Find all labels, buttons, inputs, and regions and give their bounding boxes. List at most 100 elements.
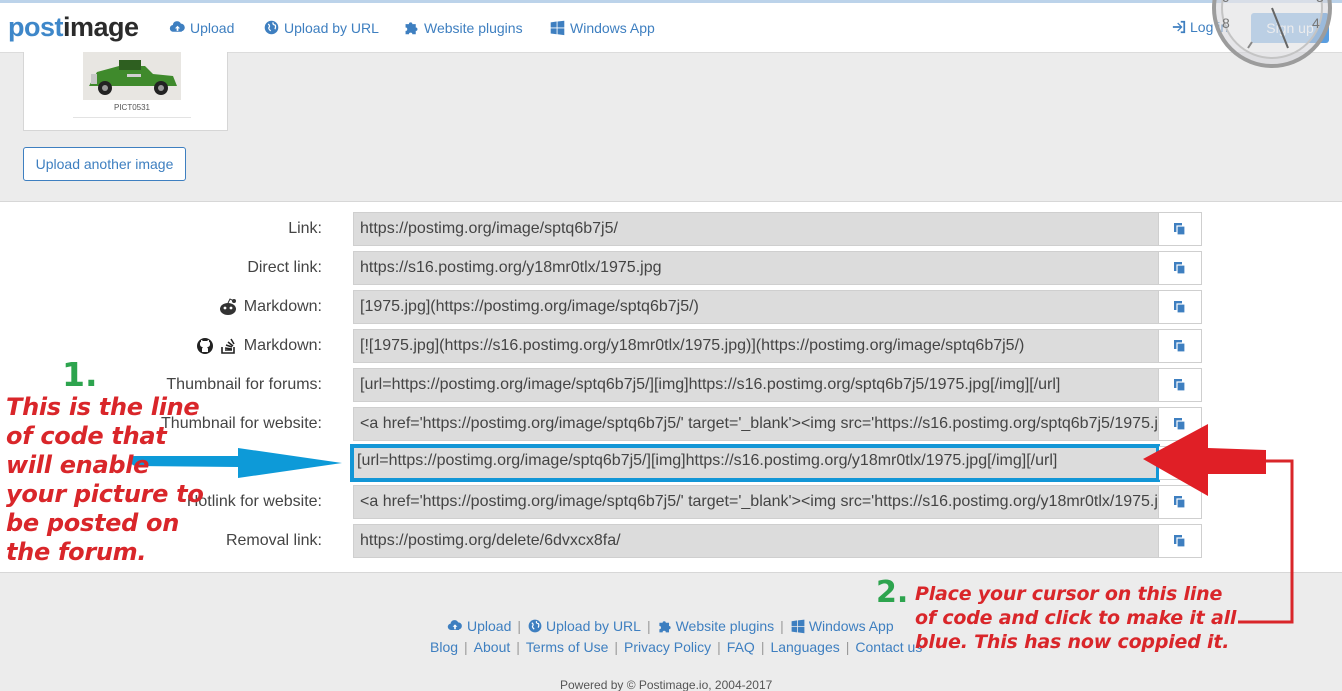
separator: | xyxy=(516,639,520,655)
footer-upload-by-url-label: Upload by URL xyxy=(546,618,641,634)
nav-windows-app-label: Windows App xyxy=(570,19,655,36)
copy-button[interactable] xyxy=(1159,368,1202,402)
copy-button[interactable] xyxy=(1159,407,1202,441)
github-markdown-label-text: Markdown: xyxy=(243,337,322,354)
windows-icon xyxy=(550,20,565,36)
footer-upload-link[interactable]: Upload xyxy=(446,618,511,634)
footer-privacy-link[interactable]: Privacy Policy xyxy=(624,639,711,655)
removal-link-field[interactable]: https://postimg.org/delete/6dvxcx8fa/ xyxy=(353,524,1159,558)
direct-link-row: Direct link: https://s16.postimg.org/y18… xyxy=(0,251,1342,285)
github-markdown-row: Markdown: [![1975.jpg](https://s16.posti… xyxy=(0,329,1342,363)
nav-upload-by-url[interactable]: Upload by URL xyxy=(263,19,379,36)
globe-icon xyxy=(528,619,542,633)
copy-icon xyxy=(1174,457,1186,470)
copy-button[interactable] xyxy=(1159,329,1202,363)
copy-button[interactable] xyxy=(1159,290,1202,324)
footer-nav-secondary: Blog | About | Terms of Use | Privacy Po… xyxy=(430,639,922,655)
annotation-number-1: 1. xyxy=(62,355,98,394)
powered-by-text: Powered by © Postimage.io, 2004-2017 xyxy=(560,678,773,691)
globe-icon xyxy=(264,20,279,35)
annotation-number-2: 2. xyxy=(876,575,909,610)
nav-windows-app[interactable]: Windows App xyxy=(549,19,655,36)
sign-in-icon xyxy=(1172,20,1186,34)
hotlink-website-label: Hotlink for website: xyxy=(186,493,322,510)
github-markdown-label: Markdown: xyxy=(196,329,322,363)
hotlink-website-field[interactable]: <a href='https://postimg.org/image/sptq6… xyxy=(353,485,1159,519)
top-navbar: postimage Upload Upload by URL Website p… xyxy=(0,3,1342,53)
thumbnail-caption: PICT0531 xyxy=(113,103,151,112)
separator: | xyxy=(646,618,651,634)
cloud-upload-icon xyxy=(447,620,462,630)
thumbnail-forums-field[interactable]: [url=https://postimg.org/image/sptq6b7j5… xyxy=(353,368,1159,402)
separator: | xyxy=(845,639,850,655)
separator: | xyxy=(614,639,619,655)
footer-website-plugins-label: Website plugins xyxy=(675,618,775,634)
copy-button[interactable] xyxy=(1159,485,1202,519)
link-row: Link: https://postimg.org/image/sptq6b7j… xyxy=(0,212,1342,246)
footer-nav-primary: Upload | Upload by URL | Website plugins… xyxy=(446,618,894,634)
annotation-text-2: Place your cursor on this line of code a… xyxy=(915,583,1237,653)
login-label: Log in xyxy=(1190,19,1229,35)
footer-upload-label: Upload xyxy=(467,618,512,634)
signup-button[interactable]: Sign up xyxy=(1251,13,1329,43)
login-link[interactable]: Log in xyxy=(1172,19,1228,35)
footer-terms-link[interactable]: Terms of Use xyxy=(526,639,608,655)
footer-upload-by-url-link[interactable]: Upload by URL xyxy=(527,618,641,634)
separator: | xyxy=(780,618,784,634)
puzzle-icon xyxy=(405,22,418,35)
footer-contact-link[interactable]: Contact us xyxy=(855,639,922,655)
copy-button[interactable] xyxy=(1159,446,1202,480)
footer-faq-link[interactable]: FAQ xyxy=(727,639,755,655)
nav-upload-label: Upload xyxy=(190,19,235,36)
separator: | xyxy=(464,639,468,655)
reddit-markdown-field[interactable]: [1975.jpg](https://postimg.org/image/spt… xyxy=(353,290,1159,324)
direct-link-label: Direct link: xyxy=(247,259,322,276)
footer-windows-app-link[interactable]: Windows App xyxy=(790,618,894,634)
uploaded-thumbnail-card: PICT0531 xyxy=(23,52,228,131)
nav-website-plugins[interactable]: Website plugins xyxy=(403,19,523,36)
copy-icon xyxy=(1174,223,1186,236)
footer-blog-link[interactable]: Blog xyxy=(430,639,458,655)
separator: | xyxy=(760,639,765,655)
copy-icon xyxy=(1174,496,1186,509)
copy-icon xyxy=(1174,262,1186,275)
copy-icon xyxy=(1174,379,1186,392)
copy-button[interactable] xyxy=(1159,251,1202,285)
nav-upload[interactable]: Upload xyxy=(169,19,234,36)
vintage-car-thumbnail xyxy=(83,52,181,100)
logo-image: image xyxy=(63,12,139,42)
reddit-markdown-label: Markdown: xyxy=(218,290,322,324)
annotation-text-1: This is the line of code that will enabl… xyxy=(6,393,204,566)
footer-website-plugins-link[interactable]: Website plugins xyxy=(657,618,775,634)
copy-icon xyxy=(1174,301,1186,314)
reddit-icon xyxy=(219,298,236,315)
link-label: Link: xyxy=(288,220,322,237)
thumbnail-website-field[interactable]: <a href='https://postimg.org/image/sptq6… xyxy=(353,407,1159,441)
nav-upload-by-url-label: Upload by URL xyxy=(284,19,379,36)
copy-icon xyxy=(1174,418,1186,431)
logo-post: post xyxy=(8,12,64,42)
footer-languages-link[interactable]: Languages xyxy=(770,639,839,655)
direct-link-field[interactable]: https://s16.postimg.org/y18mr0tlx/1975.j… xyxy=(353,251,1159,285)
cloud-upload-icon xyxy=(169,21,185,32)
link-field[interactable]: https://postimg.org/image/sptq6b7j5/ xyxy=(353,212,1159,246)
copy-button[interactable] xyxy=(1159,524,1202,558)
footer-windows-app-label: Windows App xyxy=(808,618,894,634)
github-markdown-field[interactable]: [![1975.jpg](https://s16.postimg.org/y18… xyxy=(353,329,1159,363)
removal-link-label: Removal link: xyxy=(225,532,322,549)
windows-icon xyxy=(791,619,805,634)
hotlink-forums-field[interactable]: [url=https://postimg.org/image/sptq6b7j5… xyxy=(350,444,1160,482)
nav-website-plugins-label: Website plugins xyxy=(424,19,523,36)
copy-icon xyxy=(1174,535,1186,548)
reddit-markdown-label-text: Markdown: xyxy=(243,298,322,315)
puzzle-icon xyxy=(658,621,671,633)
postimage-logo[interactable]: postimage xyxy=(8,12,139,43)
footer-about-link[interactable]: About xyxy=(474,639,511,655)
github-icon xyxy=(196,338,213,354)
copy-icon xyxy=(1174,340,1186,353)
stackoverflow-icon xyxy=(220,338,235,354)
copy-button[interactable] xyxy=(1159,212,1202,246)
separator: | xyxy=(517,618,522,634)
separator: | xyxy=(717,639,721,655)
upload-another-image-button[interactable]: Upload another image xyxy=(23,147,186,181)
